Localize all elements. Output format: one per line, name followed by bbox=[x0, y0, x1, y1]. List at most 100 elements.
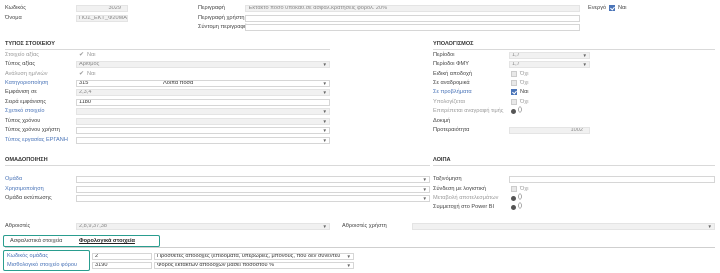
chevron-down-icon: ▼ bbox=[422, 177, 427, 182]
active-checkbox[interactable] bbox=[609, 5, 615, 11]
special-earning-value: Όχι bbox=[520, 71, 529, 77]
calculated-checkbox[interactable] bbox=[511, 99, 517, 105]
fmy-periods-select[interactable]: 1,7 ▼ bbox=[509, 61, 590, 68]
special-earning-checkbox[interactable] bbox=[511, 71, 517, 77]
special-earning-label: Ειδική αποδοχή bbox=[433, 71, 473, 77]
tab-tax[interactable]: Φορολογικά στοιχεία bbox=[76, 238, 138, 246]
name-field[interactable]: ΠΟΣ_ΕΚΤ_Φ20ΜΑ bbox=[76, 15, 128, 22]
other-section-divider bbox=[433, 165, 715, 166]
user-time-type-label: Τύπος χρόνου χρήστη bbox=[5, 127, 60, 133]
other-section-title: ΛΟΙΠΑ bbox=[433, 157, 451, 163]
related-item-select[interactable]: ▼ bbox=[76, 108, 330, 115]
categorization-description: Λοιπά ποσά bbox=[163, 80, 194, 86]
chevron-down-icon: ▼ bbox=[707, 224, 712, 229]
name-label: Όνομα bbox=[5, 15, 22, 21]
chevron-down-icon: ▼ bbox=[422, 196, 427, 201]
priority-label: Προτεραιότητα bbox=[433, 127, 470, 133]
value-type-select[interactable]: Αριθμός ▼ bbox=[76, 61, 330, 68]
power-bi-label: Συμμετοχή στο Power BI bbox=[433, 204, 495, 210]
help-icon: () bbox=[518, 107, 522, 113]
retroactive-checkbox[interactable] bbox=[511, 80, 517, 86]
code-field[interactable]: 3029 bbox=[76, 5, 128, 12]
periods-select[interactable]: 1,7 ▼ bbox=[509, 52, 590, 59]
chevron-down-icon: ▼ bbox=[322, 81, 327, 86]
display-order-label: Σειρά εμφάνισης bbox=[5, 99, 47, 105]
group-select[interactable]: ▼ bbox=[76, 176, 430, 183]
chevron-down-icon: ▼ bbox=[582, 53, 587, 58]
retroactive-label: Σε αναδρομικά bbox=[433, 80, 470, 86]
calc-section-divider bbox=[433, 49, 715, 50]
grouping-section-title: ΟΜΑΔΟΠΟΙΗΣΗ bbox=[5, 157, 48, 163]
date-analysis-label: Ανάλυση ημ/νιών bbox=[5, 71, 48, 77]
chevron-down-icon: ▼ bbox=[346, 254, 351, 259]
active-value: Ναι bbox=[618, 5, 627, 11]
grouping-section-divider bbox=[5, 165, 430, 166]
short-description-label: Σύντομη περιγραφή bbox=[198, 24, 248, 30]
categorization-link[interactable]: Κατηγοριοποίηση bbox=[5, 80, 48, 87]
help-icon: () bbox=[518, 203, 522, 209]
retroactive-value: Όχι bbox=[520, 80, 529, 86]
chevron-down-icon: ▼ bbox=[346, 263, 351, 268]
value-type-label: Τύπος αξίας bbox=[5, 61, 36, 67]
chevron-down-icon: ▼ bbox=[322, 119, 327, 124]
calc-section-title: ΥΠΟΛΟΓΙΣΜΟΣ bbox=[433, 41, 474, 47]
chevron-down-icon: ▼ bbox=[322, 138, 327, 143]
user-time-type-select[interactable]: ▼ bbox=[76, 127, 330, 134]
value-item-label: Στοιχείο αξίας bbox=[5, 52, 39, 58]
fmy-periods-label: Περίοδοι ΦΜΥ bbox=[433, 61, 469, 67]
tab-insurance[interactable]: Ασφαλιστικά στοιχεία bbox=[7, 238, 65, 246]
tax-payroll-item-field[interactable]: 3190 bbox=[92, 262, 152, 269]
categorization-select[interactable]: 315 Λοιπά ποσά ▼ bbox=[76, 80, 330, 87]
usage-select[interactable]: ▼ bbox=[76, 186, 430, 193]
advances-checkbox[interactable] bbox=[511, 89, 517, 95]
sorting-label: Ταξινόμηση bbox=[433, 176, 462, 182]
usage-link[interactable]: Χρησιμοποίηση bbox=[5, 186, 44, 193]
display-in-select[interactable]: 2,3,4 ▼ bbox=[76, 89, 330, 96]
print-group-select[interactable]: ▼ bbox=[76, 195, 430, 202]
chevron-down-icon: ▼ bbox=[322, 62, 327, 67]
results-change-radio[interactable] bbox=[511, 196, 516, 201]
display-order-field[interactable]: 1180 bbox=[76, 99, 330, 106]
accounting-link-value: Όχι bbox=[520, 186, 529, 192]
time-type-label: Τύπος χρόνου bbox=[5, 118, 41, 124]
accounting-link-label: Σύνδεση με λογιστική bbox=[433, 186, 486, 192]
group-code-link[interactable]: Κωδικός ομάδας bbox=[7, 253, 48, 260]
tabs-divider bbox=[5, 247, 715, 248]
type-section-divider bbox=[5, 49, 330, 50]
user-description-field[interactable] bbox=[245, 15, 580, 22]
price-overwrite-radio[interactable] bbox=[511, 109, 516, 114]
power-bi-radio[interactable] bbox=[511, 205, 516, 210]
periods-label: Περίοδοι bbox=[433, 52, 455, 58]
group-description-select[interactable]: Πρόσθετες αποδοχές (επιδόματα, υπερωρίες… bbox=[154, 253, 354, 260]
code-label: Κωδικός bbox=[5, 5, 26, 11]
related-item-link[interactable]: Σχετικό στοιχείο bbox=[5, 108, 44, 115]
short-description-field[interactable] bbox=[245, 24, 580, 31]
group-code-field[interactable]: 2 bbox=[92, 253, 152, 260]
print-group-label: Ομάδα εκτύπωσης bbox=[5, 195, 52, 201]
help-icon: () bbox=[518, 194, 522, 200]
date-analysis-value: Ναι bbox=[87, 71, 96, 77]
ergani-work-type-link[interactable]: Τύπος εργασίας ΕΡΓΑΝΗ bbox=[5, 137, 68, 144]
group-link[interactable]: Ομάδα bbox=[5, 176, 22, 183]
description-field[interactable]: Έκτακτο ποσό υποκάθ.σε ασφαλ.κρατήσεις φ… bbox=[245, 5, 580, 12]
type-section-title: ΤΥΠΟΣ ΣΤΟΙΧΕΙΟΥ bbox=[5, 41, 55, 47]
chevron-down-icon: ▼ bbox=[322, 128, 327, 133]
tax-payroll-item-link[interactable]: Μισθολογικό στοιχείο φόρου bbox=[7, 262, 77, 269]
advances-label[interactable]: Σε προβλήματα bbox=[433, 89, 472, 96]
value-item-value: Ναι bbox=[87, 52, 96, 58]
chevron-down-icon: ▼ bbox=[322, 109, 327, 114]
chevron-down-icon: ▼ bbox=[422, 187, 427, 192]
user-sums-field[interactable]: ▼ bbox=[412, 223, 715, 230]
test-label: Δοκιμή bbox=[433, 118, 451, 124]
accounting-link-checkbox[interactable] bbox=[511, 186, 517, 192]
time-type-select[interactable]: ▼ bbox=[76, 118, 330, 125]
sums-field[interactable]: 2,8,9,37,38 ▼ bbox=[76, 223, 330, 230]
check-icon: ✔ bbox=[79, 52, 85, 58]
tax-payroll-item-select[interactable]: Φόρος εκτάκτων αποδοχών βάσει ποσοστού %… bbox=[154, 262, 354, 269]
priority-field[interactable]: 1002 bbox=[509, 127, 590, 134]
display-in-label: Εμφάνιση σε bbox=[5, 89, 37, 95]
ergani-work-type-select[interactable]: ▼ bbox=[76, 137, 330, 144]
sorting-field[interactable] bbox=[509, 176, 715, 183]
chevron-down-icon: ▼ bbox=[322, 224, 327, 229]
results-change-label: Μεταβολή αποτελεσμάτων bbox=[433, 195, 499, 201]
